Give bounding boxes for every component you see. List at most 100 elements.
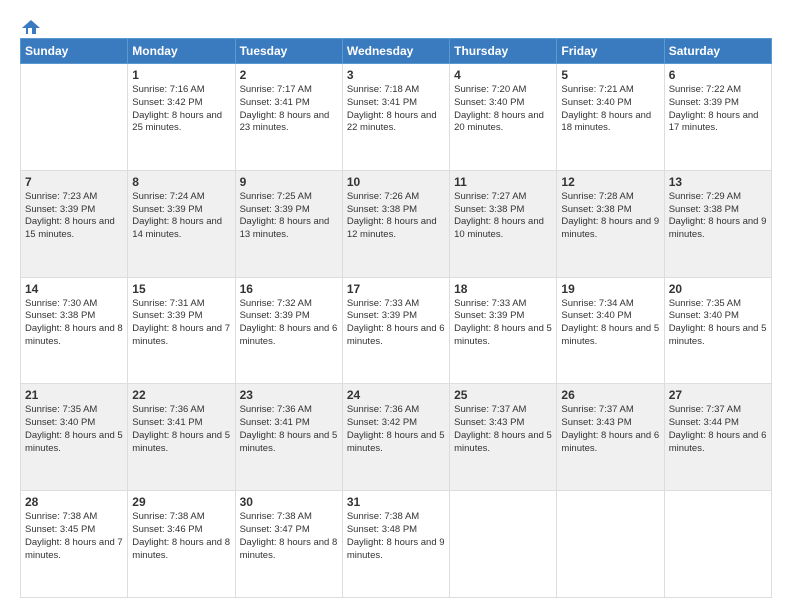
table-cell: 9 Sunrise: 7:25 AM Sunset: 3:39 PM Daylig… xyxy=(235,170,342,277)
calendar-week-row: 1 Sunrise: 7:16 AM Sunset: 3:42 PM Daylig… xyxy=(21,64,772,171)
day-info: Sunrise: 7:22 AM Sunset: 3:39 PM Dayligh… xyxy=(669,84,767,135)
day-number: 31 xyxy=(347,495,445,509)
table-cell: 13Sunrise: 7:29 AM Sunset: 3:38 PM Dayli… xyxy=(664,170,771,277)
day-info: Sunrise: 7:36 AM Sunset: 3:41 PM Dayligh… xyxy=(132,404,230,455)
table-cell: 22 Sunrise: 7:36 AM Sunset: 3:41 PM Dayli… xyxy=(128,384,235,491)
table-cell: 10 Sunrise: 7:26 AM Sunset: 3:38 PM Dayli… xyxy=(342,170,449,277)
day-info: Sunrise: 7:30 AM Sunset: 3:38 PM Dayligh… xyxy=(25,298,123,349)
day-number: 17 xyxy=(347,282,445,296)
day-number: 29 xyxy=(132,495,230,509)
day-info: Sunrise: 7:37 AM Sunset: 3:44 PM Dayligh… xyxy=(669,404,767,455)
table-cell: 17 Sunrise: 7:33 AM Sunset: 3:39 PM Dayli… xyxy=(342,277,449,384)
day-info: Sunrise: 7:28 AM Sunset: 3:38 PM Dayligh… xyxy=(561,191,659,242)
day-info: Sunrise: 7:37 AM Sunset: 3:43 PM Dayligh… xyxy=(454,404,552,455)
day-number: 6 xyxy=(669,68,767,82)
table-cell: 23 Sunrise: 7:36 AM Sunset: 3:41 PM Dayli… xyxy=(235,384,342,491)
day-number: 5 xyxy=(561,68,659,82)
day-info: Sunrise: 7:34 AM Sunset: 3:40 PM Dayligh… xyxy=(561,298,659,349)
table-cell: 15Sunrise: 7:31 AM Sunset: 3:39 PM Dayli… xyxy=(128,277,235,384)
day-number: 30 xyxy=(240,495,338,509)
day-info: Sunrise: 7:32 AM Sunset: 3:39 PM Dayligh… xyxy=(240,298,338,349)
header xyxy=(20,18,772,32)
table-cell: 29 Sunrise: 7:38 AM Sunset: 3:46 PM Dayli… xyxy=(128,491,235,598)
day-number: 14 xyxy=(25,282,123,296)
day-number: 16 xyxy=(240,282,338,296)
day-info: Sunrise: 7:18 AM Sunset: 3:41 PM Dayligh… xyxy=(347,84,445,135)
day-info: Sunrise: 7:36 AM Sunset: 3:42 PM Dayligh… xyxy=(347,404,445,455)
day-number: 13 xyxy=(669,175,767,189)
day-number: 3 xyxy=(347,68,445,82)
table-cell: 11 Sunrise: 7:27 AM Sunset: 3:38 PM Dayli… xyxy=(450,170,557,277)
day-info: Sunrise: 7:27 AM Sunset: 3:38 PM Dayligh… xyxy=(454,191,552,242)
day-info: Sunrise: 7:16 AM Sunset: 3:42 PM Dayligh… xyxy=(132,84,230,135)
day-info: Sunrise: 7:26 AM Sunset: 3:38 PM Dayligh… xyxy=(347,191,445,242)
day-number: 12 xyxy=(561,175,659,189)
table-cell: 16 Sunrise: 7:32 AM Sunset: 3:39 PM Dayli… xyxy=(235,277,342,384)
day-number: 8 xyxy=(132,175,230,189)
table-cell: 31Sunrise: 7:38 AM Sunset: 3:48 PM Dayli… xyxy=(342,491,449,598)
table-cell: 30 Sunrise: 7:38 AM Sunset: 3:47 PM Dayli… xyxy=(235,491,342,598)
calendar-table: Sunday Monday Tuesday Wednesday Thursday… xyxy=(20,38,772,598)
table-cell: 2 Sunrise: 7:17 AM Sunset: 3:41 PM Daylig… xyxy=(235,64,342,171)
table-cell xyxy=(664,491,771,598)
day-info: Sunrise: 7:17 AM Sunset: 3:41 PM Dayligh… xyxy=(240,84,338,135)
calendar-week-row: 14 Sunrise: 7:30 AM Sunset: 3:38 PM Dayli… xyxy=(21,277,772,384)
table-cell: 19 Sunrise: 7:34 AM Sunset: 3:40 PM Dayli… xyxy=(557,277,664,384)
day-info: Sunrise: 7:31 AM Sunset: 3:39 PM Dayligh… xyxy=(132,298,230,349)
day-info: Sunrise: 7:35 AM Sunset: 3:40 PM Dayligh… xyxy=(25,404,123,455)
day-number: 18 xyxy=(454,282,552,296)
day-info: Sunrise: 7:38 AM Sunset: 3:47 PM Dayligh… xyxy=(240,511,338,562)
table-cell: 12 Sunrise: 7:28 AM Sunset: 3:38 PM Dayli… xyxy=(557,170,664,277)
table-cell: 25 Sunrise: 7:37 AM Sunset: 3:43 PM Dayli… xyxy=(450,384,557,491)
table-cell: 18 Sunrise: 7:33 AM Sunset: 3:39 PM Dayli… xyxy=(450,277,557,384)
col-monday: Monday xyxy=(128,39,235,64)
table-cell: 6 Sunrise: 7:22 AM Sunset: 3:39 PM Daylig… xyxy=(664,64,771,171)
table-cell: 8Sunrise: 7:24 AM Sunset: 3:39 PM Daylig… xyxy=(128,170,235,277)
col-sunday: Sunday xyxy=(21,39,128,64)
day-number: 1 xyxy=(132,68,230,82)
table-cell: 7Sunrise: 7:23 AM Sunset: 3:39 PM Daylig… xyxy=(21,170,128,277)
day-info: Sunrise: 7:23 AM Sunset: 3:39 PM Dayligh… xyxy=(25,191,123,242)
col-thursday: Thursday xyxy=(450,39,557,64)
day-info: Sunrise: 7:33 AM Sunset: 3:39 PM Dayligh… xyxy=(347,298,445,349)
day-number: 26 xyxy=(561,388,659,402)
day-info: Sunrise: 7:20 AM Sunset: 3:40 PM Dayligh… xyxy=(454,84,552,135)
day-number: 25 xyxy=(454,388,552,402)
table-cell xyxy=(557,491,664,598)
day-number: 19 xyxy=(561,282,659,296)
day-number: 9 xyxy=(240,175,338,189)
day-number: 24 xyxy=(347,388,445,402)
table-cell xyxy=(21,64,128,171)
table-cell: 27Sunrise: 7:37 AM Sunset: 3:44 PM Dayli… xyxy=(664,384,771,491)
col-tuesday: Tuesday xyxy=(235,39,342,64)
table-cell: 24 Sunrise: 7:36 AM Sunset: 3:42 PM Dayli… xyxy=(342,384,449,491)
table-cell: 4Sunrise: 7:20 AM Sunset: 3:40 PM Daylig… xyxy=(450,64,557,171)
col-wednesday: Wednesday xyxy=(342,39,449,64)
day-number: 11 xyxy=(454,175,552,189)
day-info: Sunrise: 7:33 AM Sunset: 3:39 PM Dayligh… xyxy=(454,298,552,349)
calendar-week-row: 7Sunrise: 7:23 AM Sunset: 3:39 PM Daylig… xyxy=(21,170,772,277)
calendar-week-row: 21 Sunrise: 7:35 AM Sunset: 3:40 PM Dayli… xyxy=(21,384,772,491)
logo-bird-icon xyxy=(22,18,40,36)
day-info: Sunrise: 7:35 AM Sunset: 3:40 PM Dayligh… xyxy=(669,298,767,349)
day-info: Sunrise: 7:21 AM Sunset: 3:40 PM Dayligh… xyxy=(561,84,659,135)
day-info: Sunrise: 7:38 AM Sunset: 3:46 PM Dayligh… xyxy=(132,511,230,562)
table-cell: 5 Sunrise: 7:21 AM Sunset: 3:40 PM Daylig… xyxy=(557,64,664,171)
day-number: 2 xyxy=(240,68,338,82)
table-cell: 1 Sunrise: 7:16 AM Sunset: 3:42 PM Daylig… xyxy=(128,64,235,171)
table-cell: 3 Sunrise: 7:18 AM Sunset: 3:41 PM Daylig… xyxy=(342,64,449,171)
col-saturday: Saturday xyxy=(664,39,771,64)
day-number: 21 xyxy=(25,388,123,402)
day-number: 22 xyxy=(132,388,230,402)
logo xyxy=(20,18,40,32)
day-info: Sunrise: 7:37 AM Sunset: 3:43 PM Dayligh… xyxy=(561,404,659,455)
table-cell: 20 Sunrise: 7:35 AM Sunset: 3:40 PM Dayli… xyxy=(664,277,771,384)
day-number: 23 xyxy=(240,388,338,402)
day-number: 20 xyxy=(669,282,767,296)
table-cell: 14 Sunrise: 7:30 AM Sunset: 3:38 PM Dayli… xyxy=(21,277,128,384)
day-number: 10 xyxy=(347,175,445,189)
day-info: Sunrise: 7:36 AM Sunset: 3:41 PM Dayligh… xyxy=(240,404,338,455)
day-info: Sunrise: 7:25 AM Sunset: 3:39 PM Dayligh… xyxy=(240,191,338,242)
calendar-header-row: Sunday Monday Tuesday Wednesday Thursday… xyxy=(21,39,772,64)
calendar-week-row: 28Sunrise: 7:38 AM Sunset: 3:45 PM Dayli… xyxy=(21,491,772,598)
